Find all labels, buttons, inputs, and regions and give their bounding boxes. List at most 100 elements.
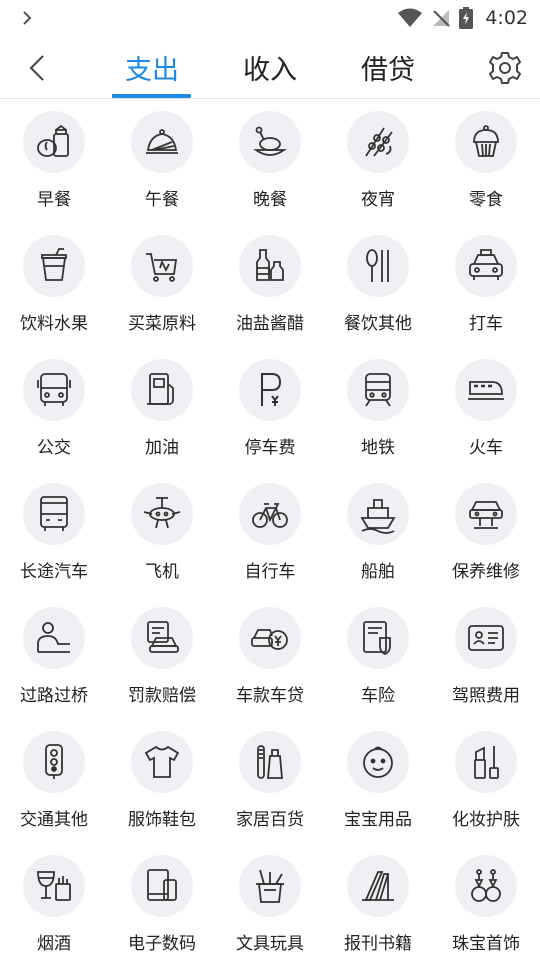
category-parking[interactable]: 停车费 [216, 347, 324, 471]
category-train[interactable]: 火车 [432, 347, 540, 471]
traffic-light-icon-wrap [23, 731, 85, 793]
category-household[interactable]: 家居百货 [216, 719, 324, 843]
settings-button[interactable] [486, 49, 524, 87]
subway-icon-wrap [347, 359, 409, 421]
category-baby[interactable]: 宝宝用品 [324, 719, 432, 843]
category-label: 早餐 [37, 190, 71, 210]
category-license[interactable]: 驾照费用 [432, 595, 540, 719]
category-groceries[interactable]: 买菜原料 [108, 223, 216, 347]
category-breakfast[interactable]: 早餐 [0, 99, 108, 223]
category-tobacco-alcohol[interactable]: 烟酒 [0, 843, 108, 960]
tab-income[interactable]: 收入 [215, 36, 325, 98]
taxi-icon-wrap [455, 235, 517, 297]
airplane-icon-wrap [131, 483, 193, 545]
chevron-left-icon [29, 55, 44, 81]
traffic-light-icon [45, 744, 63, 779]
lunch-icon [146, 129, 178, 154]
category-car-loan[interactable]: 车款车贷 [216, 595, 324, 719]
nav-bar: 支出 收入 借贷 [0, 36, 540, 99]
train-icon [468, 381, 504, 400]
books-icon [362, 871, 394, 901]
tshirt-icon [144, 745, 180, 778]
wifi-icon [398, 8, 423, 27]
category-drinks-fruit[interactable]: 饮料水果 [0, 223, 108, 347]
active-tab-indicator [112, 94, 191, 98]
bicycle-icon-wrap [239, 483, 301, 545]
car-insurance-icon-wrap [347, 607, 409, 669]
category-toll[interactable]: 过路过桥 [0, 595, 108, 719]
taxi-icon [469, 249, 503, 280]
category-coach[interactable]: 长途汽车 [0, 471, 108, 595]
category-books[interactable]: 报刊书籍 [324, 843, 432, 960]
coach-bus-icon-wrap [23, 483, 85, 545]
ship-icon-wrap [347, 483, 409, 545]
category-dinner[interactable]: 晚餐 [216, 99, 324, 223]
category-label: 公交 [37, 438, 71, 458]
pen-holder-icon-wrap [239, 855, 301, 917]
category-label: 过路过桥 [20, 686, 88, 706]
category-label: 车险 [361, 686, 395, 706]
cupcake-icon-wrap [455, 111, 517, 173]
category-maintenance[interactable]: 保养维修 [432, 471, 540, 595]
category-electronics[interactable]: 电子数码 [108, 843, 216, 960]
car-lift-icon [469, 501, 503, 529]
lipstick-icon-wrap [455, 731, 517, 793]
category-car-insurance[interactable]: 车险 [324, 595, 432, 719]
fuel-pump-icon [147, 373, 174, 405]
grocery-cart-icon [146, 253, 178, 282]
category-label: 飞机 [145, 562, 179, 582]
chevron-right-icon [23, 11, 32, 25]
subway-icon [365, 373, 391, 407]
tab-loan[interactable]: 借贷 [333, 36, 443, 98]
category-label: 零食 [469, 190, 503, 210]
tab-expense[interactable]: 支出 [97, 36, 207, 98]
category-label: 珠宝首饰 [452, 934, 520, 954]
breakfast-icon [37, 124, 69, 157]
category-traffic-other[interactable]: 交通其他 [0, 719, 108, 843]
category-airplane[interactable]: 飞机 [108, 471, 216, 595]
spoon-chopsticks-icon [366, 249, 389, 282]
category-label: 火车 [469, 438, 503, 458]
category-subway[interactable]: 地铁 [324, 347, 432, 471]
category-late-snack[interactable]: 夜宵 [324, 99, 432, 223]
category-label: 夜宵 [361, 190, 395, 210]
baby-face-icon [363, 746, 393, 778]
car-ticket-icon [147, 621, 179, 653]
category-label: 船舶 [361, 562, 395, 582]
category-label: 打车 [469, 314, 503, 334]
category-bicycle[interactable]: 自行车 [216, 471, 324, 595]
category-bus[interactable]: 公交 [0, 347, 108, 471]
ship-icon [360, 499, 396, 534]
category-snacks[interactable]: 零食 [432, 99, 540, 223]
back-button[interactable] [20, 50, 54, 86]
category-label: 加油 [145, 438, 179, 458]
category-fuel[interactable]: 加油 [108, 347, 216, 471]
category-label: 餐饮其他 [344, 314, 412, 334]
category-label: 烟酒 [37, 934, 71, 954]
breakfast-icon-wrap [23, 111, 85, 173]
category-clothing[interactable]: 服饰鞋包 [108, 719, 216, 843]
earrings-icon-wrap [455, 855, 517, 917]
category-label: 交通其他 [20, 810, 88, 830]
category-fines[interactable]: 罚款赔偿 [108, 595, 216, 719]
no-signal-icon [433, 10, 451, 27]
earrings-icon [471, 869, 501, 902]
category-ship[interactable]: 船舶 [324, 471, 432, 595]
category-dining-other[interactable]: 餐饮其他 [324, 223, 432, 347]
toothbrush-icon-wrap [239, 731, 301, 793]
category-taxi[interactable]: 打车 [432, 223, 540, 347]
cupcake-icon [473, 125, 499, 157]
category-label: 油盐酱醋 [236, 314, 304, 334]
category-label: 地铁 [361, 438, 395, 458]
category-label: 服饰鞋包 [128, 810, 196, 830]
category-label: 饮料水果 [20, 314, 88, 334]
category-cosmetics[interactable]: 化妆护肤 [432, 719, 540, 843]
category-stationery[interactable]: 文具玩具 [216, 843, 324, 960]
category-lunch[interactable]: 午餐 [108, 99, 216, 223]
category-jewelry[interactable]: 珠宝首饰 [432, 843, 540, 960]
devices-icon [147, 869, 177, 901]
category-condiments[interactable]: 油盐酱醋 [216, 223, 324, 347]
category-label: 车款车贷 [236, 686, 304, 706]
dinner-icon [253, 126, 287, 156]
skewer-icon [365, 127, 393, 157]
